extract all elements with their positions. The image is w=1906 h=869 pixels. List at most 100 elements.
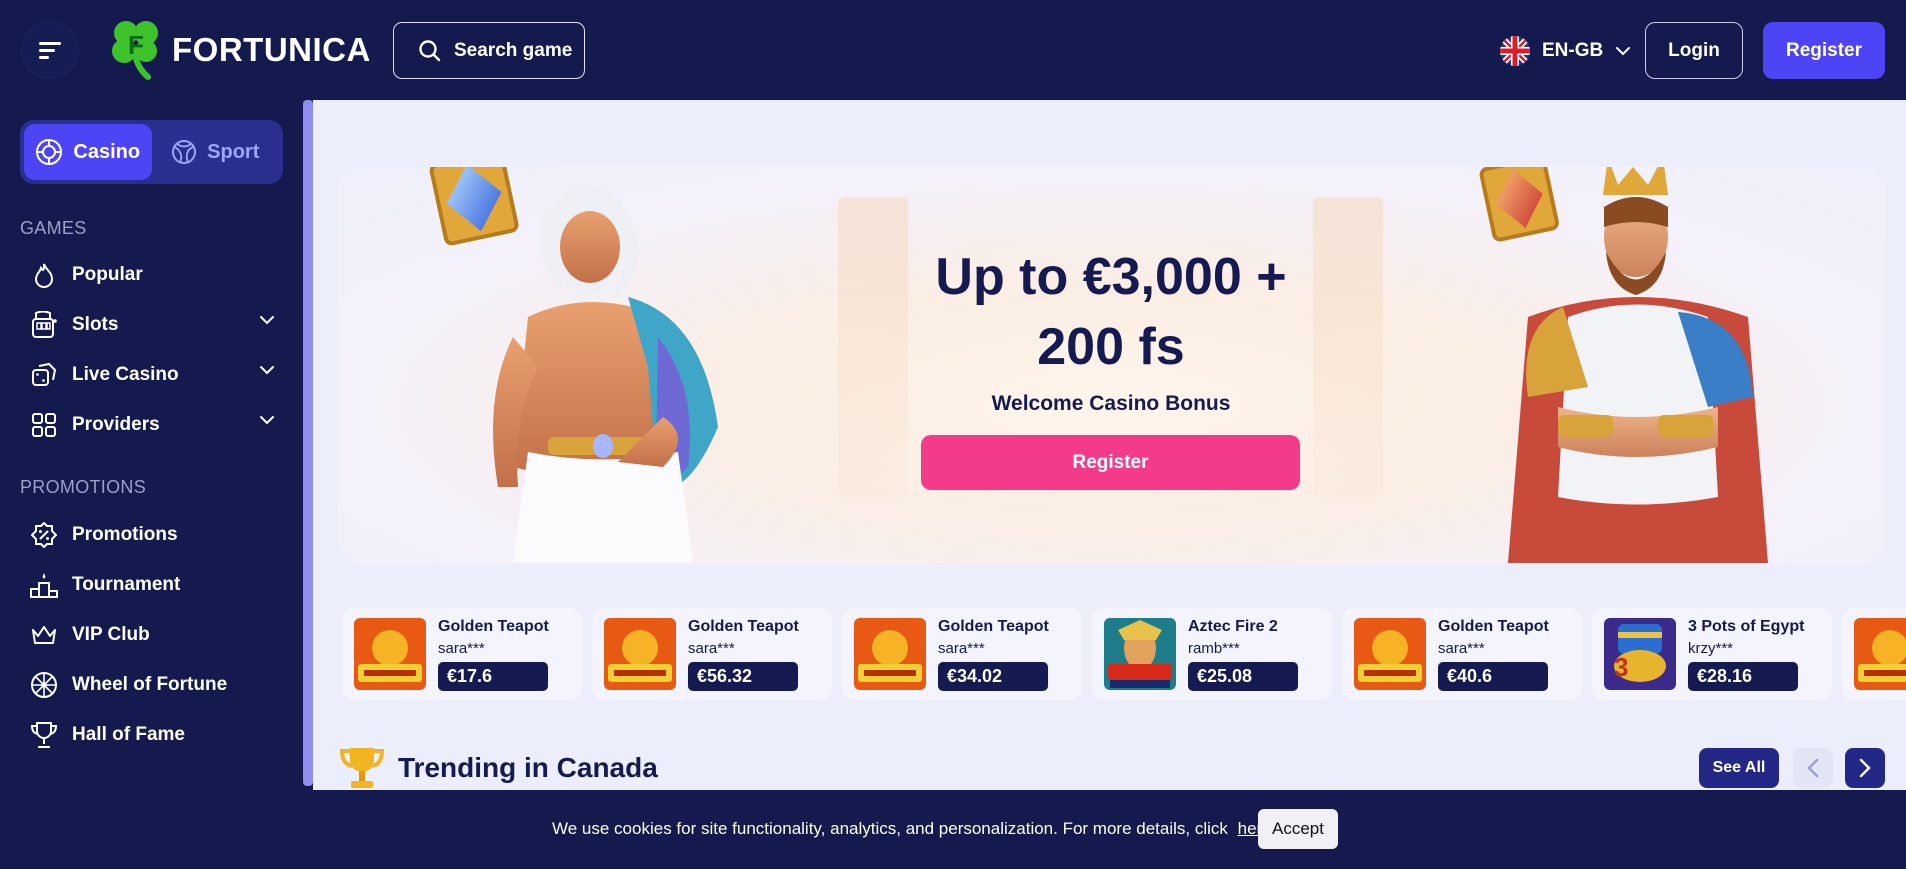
sidebar-item-popular[interactable]: Popular (30, 255, 275, 295)
svg-text:F: F (128, 30, 144, 60)
golden-teapot-thumbnail (1854, 618, 1906, 690)
casino-chip-icon (36, 139, 63, 165)
winner-username: sara*** (438, 640, 485, 657)
king-character-illustration (1479, 167, 1768, 563)
language-label: EN-GB (1542, 39, 1604, 61)
brand-name: FORTUNICA (172, 31, 371, 68)
sidebar-scrollbar[interactable] (303, 100, 313, 786)
winner-card[interactable]: Golden Teapot sara*** €17.6 (342, 608, 582, 700)
wheel-icon (30, 671, 58, 699)
winner-game-name: 3 Pots of Egypt (1688, 618, 1805, 635)
sidebar-item-label: Tournament (72, 574, 181, 595)
flame-icon (30, 261, 58, 289)
trending-title: Trending in Canada (398, 752, 658, 783)
bonus-headline: Up to €3,000 + 200 fs (896, 242, 1326, 382)
sidebar-item-wheel-of-fortune[interactable]: Wheel of Fortune (30, 665, 275, 705)
top-header: F FORTUNICA Search game EN-GB Login Regi… (0, 0, 1906, 100)
chevron-down-icon[interactable] (259, 365, 275, 375)
winner-username: sara*** (1438, 640, 1485, 657)
winner-amount: €17.6 (438, 662, 548, 691)
tab-casino[interactable]: Casino (24, 124, 152, 180)
cookie-banner: We use cookies for site functionality, a… (0, 790, 1906, 869)
carousel-prev-button[interactable] (1793, 748, 1833, 788)
three-pots-of-egypt-thumbnail: 3 (1604, 618, 1676, 690)
sidebar-item-label: Hall of Fame (72, 724, 185, 745)
cookie-text: We use cookies for site functionality, a… (552, 819, 1228, 838)
search-game-button[interactable]: Search game (393, 22, 585, 79)
percent-badge-icon (30, 521, 58, 549)
main-content: Up to €3,000 + 200 fs Welcome Casino Bon… (313, 100, 1906, 790)
sidebar-item-promotions[interactable]: Promotions (30, 515, 275, 555)
winner-card[interactable] (1842, 608, 1906, 700)
menu-icon (39, 42, 61, 59)
slot-machine-icon (30, 311, 58, 339)
winner-card[interactable]: Golden Teapot sara*** €56.32 (592, 608, 832, 700)
aztec-fire-thumbnail (1104, 618, 1176, 690)
sidebar-item-tournament[interactable]: Tournament (30, 565, 275, 605)
cookie-message: We use cookies for site functionality, a… (552, 819, 1272, 839)
winner-amount: €28.16 (1688, 662, 1798, 691)
brand-logo[interactable]: F FORTUNICA (110, 18, 371, 82)
winner-card[interactable]: 3 3 Pots of Egypt krzy*** €28.16 (1592, 608, 1832, 700)
sidebar-item-slots[interactable]: Slots (30, 305, 275, 345)
login-button[interactable]: Login (1645, 22, 1743, 79)
menu-toggle-button[interactable] (22, 22, 78, 78)
winner-game-name: Golden Teapot (1438, 618, 1549, 635)
winner-amount: €25.08 (1188, 662, 1298, 691)
winner-username: krzy*** (1688, 640, 1734, 657)
sidebar: Casino Sport GAMES Popular Slots Live Ca… (0, 100, 302, 790)
sidebar-item-providers[interactable]: Providers (30, 405, 275, 445)
sidebar-item-label: Popular (72, 264, 143, 285)
welcome-banner[interactable]: Up to €3,000 + 200 fs Welcome Casino Bon… (338, 167, 1885, 563)
chevron-down-icon (1616, 46, 1631, 55)
podium-icon (30, 571, 58, 599)
grid-icon (30, 411, 58, 439)
bonus-headline-line1: Up to €3,000 + (935, 248, 1287, 306)
bonus-headline-line2: 200 fs (1037, 318, 1185, 376)
search-label: Search game (454, 39, 573, 61)
carousel-next-button[interactable] (1845, 748, 1885, 788)
sidebar-item-label: Live Casino (72, 364, 179, 385)
winner-card[interactable]: Aztec Fire 2 ramb*** €25.08 (1092, 608, 1332, 700)
svg-text:3: 3 (1614, 652, 1628, 682)
golden-teapot-thumbnail (604, 618, 676, 690)
chevron-down-icon[interactable] (259, 415, 275, 425)
sidebar-item-label: Promotions (72, 524, 178, 545)
sidebar-item-hall-of-fame[interactable]: Hall of Fame (30, 715, 275, 755)
chevron-right-icon (1859, 758, 1871, 778)
chevron-left-icon (1807, 758, 1819, 778)
ball-icon (172, 140, 197, 164)
winner-game-name: Aztec Fire 2 (1188, 618, 1278, 635)
promotions-heading: PROMOTIONS (20, 477, 147, 497)
sidebar-item-live-casino[interactable]: Live Casino (30, 355, 275, 395)
winner-amount: €34.02 (938, 662, 1048, 691)
accept-cookies-button[interactable]: Accept (1258, 809, 1338, 849)
winner-username: sara*** (688, 640, 735, 657)
sidebar-item-label: Providers (72, 414, 160, 435)
winner-amount: €56.32 (688, 662, 798, 691)
banner-register-button[interactable]: Register (921, 435, 1300, 490)
search-icon (419, 39, 441, 61)
winner-game-name: Golden Teapot (438, 618, 549, 635)
language-selector[interactable]: EN-GB (1500, 22, 1631, 79)
winner-game-name: Golden Teapot (938, 618, 1049, 635)
sidebar-item-label: VIP Club (72, 624, 150, 645)
sidebar-item-label: Wheel of Fortune (72, 674, 228, 695)
bonus-subtitle: Welcome Casino Bonus (991, 392, 1231, 415)
tab-sport[interactable]: Sport (152, 124, 280, 180)
winner-game-name: Golden Teapot (688, 618, 799, 635)
uk-flag-icon (1500, 35, 1530, 66)
register-button[interactable]: Register (1763, 22, 1885, 79)
trophy-icon (339, 748, 385, 788)
winner-card[interactable]: Golden Teapot sara*** €40.6 (1342, 608, 1582, 700)
winner-amount: €40.6 (1438, 662, 1548, 691)
chevron-down-icon[interactable] (259, 315, 275, 325)
golden-teapot-thumbnail (854, 618, 926, 690)
winner-card[interactable]: Golden Teapot sara*** €34.02 (842, 608, 1082, 700)
clover-logo-icon: F (112, 21, 158, 80)
sidebar-item-vip-club[interactable]: VIP Club (30, 615, 275, 655)
see-all-button[interactable]: See All (1699, 748, 1779, 788)
golden-teapot-thumbnail (1354, 618, 1426, 690)
dice-icon (30, 361, 58, 389)
golden-teapot-thumbnail (354, 618, 426, 690)
